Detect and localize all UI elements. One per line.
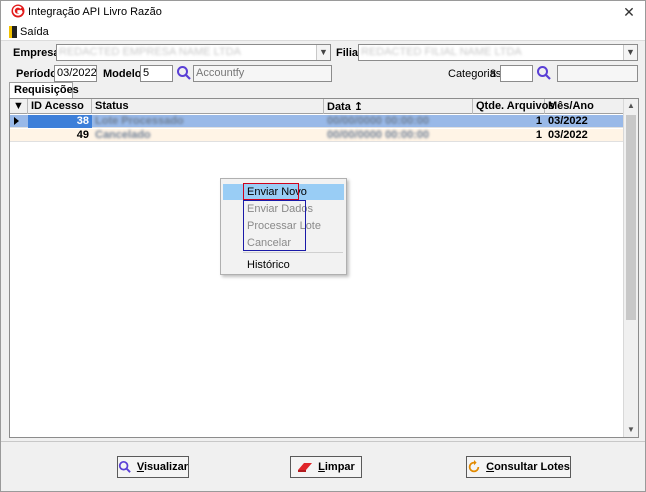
chevron-down-icon[interactable]: ▼ (316, 45, 330, 60)
modelo-value: 5 (143, 67, 150, 79)
categorias-description (557, 65, 638, 82)
empresa-value: REDACTED EMPRESA NAME LTDA (59, 46, 241, 58)
periodo-input[interactable]: 03/2022 (54, 65, 97, 82)
col-id-acesso[interactable]: ID Acesso (28, 99, 92, 114)
col-mes-ano[interactable]: Mês/Ano (545, 99, 624, 114)
row-qtde: 1 (535, 129, 542, 141)
sort-indicator-icon[interactable]: ▼ (10, 99, 28, 114)
row-id: 38 (28, 115, 92, 128)
col-data[interactable]: Data ↥ (324, 99, 473, 114)
close-button[interactable]: ✕ (619, 3, 639, 21)
scroll-down-icon[interactable]: ▼ (624, 423, 638, 437)
consultar-lotes-button[interactable]: Consultar Lotes (466, 456, 571, 478)
main-window: Integração API Livro Razão ✕ Saída Empre… (0, 0, 646, 492)
consultar-lotes-label: Consultar Lotes (486, 461, 570, 473)
tab-requisicoes[interactable]: Requisições (9, 82, 79, 98)
categorias-search-icon[interactable] (536, 65, 552, 81)
eraser-icon (298, 463, 313, 472)
chevron-down-icon[interactable]: ▼ (623, 45, 637, 60)
vertical-scrollbar[interactable]: ▲ ▼ (623, 99, 638, 437)
modelo-label: Modelo (103, 68, 142, 80)
row-mes-ano: 03/2022 (548, 129, 588, 141)
periodo-value: 03/2022 (57, 67, 97, 79)
modelo-search-icon[interactable] (176, 65, 192, 81)
menu-item-processar-lote[interactable]: Processar Lote (223, 218, 344, 234)
visualizar-label: Visualizar (136, 461, 188, 473)
title-bar: Integração API Livro Razão ✕ (1, 1, 645, 23)
limpar-button[interactable]: Limpar (290, 456, 362, 478)
row-mes-ano: 03/2022 (548, 115, 588, 127)
exit-menu-item[interactable]: Saída (9, 25, 49, 39)
row-data: 00/00/0000 00:00:00 (327, 129, 430, 141)
app-logo-icon (11, 4, 25, 18)
menu-item-historico[interactable]: Histórico (223, 257, 344, 273)
menu-bar: Saída (1, 23, 645, 41)
door-exit-icon (9, 26, 17, 38)
menu-item-enviar-novo[interactable]: Enviar Novo (223, 184, 344, 200)
exit-menu-label: Saída (20, 26, 49, 38)
limpar-label: Limpar (318, 461, 355, 473)
table-row[interactable]: 38 Lote Processado 00/00/0000 00:00:00 1… (10, 115, 624, 128)
row-status: Cancelado (95, 129, 151, 141)
context-menu: Enviar Novo Enviar Dados Processar Lote … (220, 178, 347, 275)
current-row-indicator-icon (14, 117, 19, 125)
modelo-input[interactable]: 5 (140, 65, 173, 82)
menu-separator (243, 252, 343, 253)
modelo-description: Accountfy (193, 65, 332, 82)
col-status[interactable]: Status (92, 99, 324, 114)
empresa-label: Empresa (13, 47, 60, 59)
menu-item-enviar-dados[interactable]: Enviar Dados (223, 201, 344, 217)
row-qtde: 1 (535, 115, 542, 127)
visualizar-button[interactable]: Visualizar (117, 456, 189, 478)
scroll-thumb[interactable] (626, 115, 636, 320)
magnifier-icon (118, 460, 131, 473)
table-row[interactable]: 49 Cancelado 00/00/0000 00:00:00 1 03/20… (10, 129, 624, 142)
row-status: Lote Processado (95, 115, 184, 127)
periodo-label: Período (16, 68, 57, 80)
scroll-up-icon[interactable]: ▲ (624, 99, 638, 113)
grid-header: ▼ ID Acesso Status Data ↥ Qtde. Arquivos… (10, 99, 624, 114)
categorias-count: 8 (490, 68, 497, 80)
row-data: 00/00/0000 00:00:00 (327, 115, 430, 127)
categorias-input[interactable] (500, 65, 533, 82)
col-qtde-arquivos[interactable]: Qtde. Arquivos (473, 99, 554, 114)
refresh-icon (468, 460, 480, 473)
bottom-toolbar: Visualizar Limpar Consultar Lotes (1, 441, 645, 491)
modelo-desc-value: Accountfy (196, 67, 245, 79)
window-title: Integração API Livro Razão (28, 6, 162, 18)
empresa-select[interactable]: REDACTED EMPRESA NAME LTDA ▼ (56, 44, 331, 61)
filial-select[interactable]: REDACTED FILIAL NAME LTDA ▼ (358, 44, 638, 61)
filial-value: REDACTED FILIAL NAME LTDA (361, 46, 522, 58)
menu-item-cancelar[interactable]: Cancelar (223, 235, 344, 251)
row-id: 49 (76, 129, 89, 141)
